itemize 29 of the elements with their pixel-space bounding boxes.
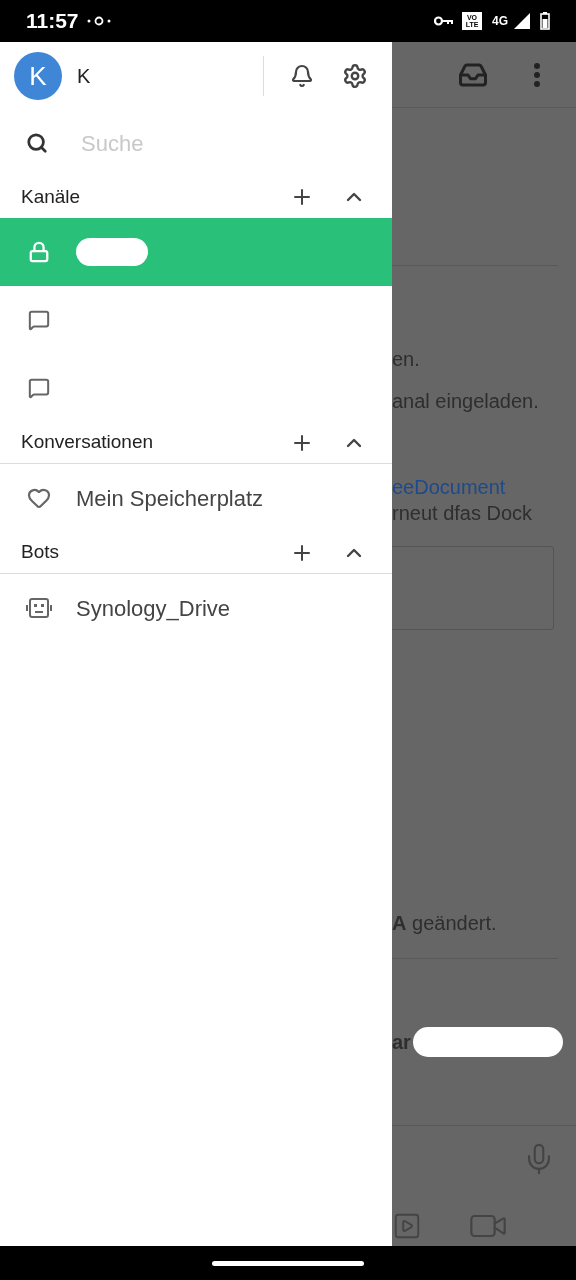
home-indicator[interactable] [212, 1260, 364, 1266]
chat-message-text: ar [392, 1030, 411, 1055]
lock-icon [28, 241, 50, 263]
play-icon [392, 1211, 422, 1241]
chat-message-text: en. [392, 347, 420, 373]
status-time: 11:57 [26, 8, 79, 35]
status-dot-icon [86, 16, 111, 26]
heart-icon [27, 486, 51, 510]
user-avatar[interactable]: K [14, 52, 62, 100]
chat-bubble-icon [28, 309, 50, 331]
chat-message-text: rneut dfas Dock [392, 501, 533, 527]
notification-bell-icon[interactable] [290, 64, 314, 88]
search-icon [26, 132, 48, 154]
key-icon [434, 16, 454, 26]
channel-name: Mein Speicherplatz [76, 484, 264, 513]
network-type: 4G [492, 15, 508, 27]
user-name: K [77, 64, 91, 89]
section-title: Konversationen [21, 430, 155, 455]
chat-message-text: anal eingeladen. [392, 389, 539, 415]
channel-name: Synology_Drive [76, 594, 231, 623]
section-title: Kanäle [21, 184, 82, 209]
chat-bubble-icon [28, 377, 50, 399]
settings-icon[interactable] [342, 63, 368, 89]
battery-icon [540, 12, 550, 30]
robot-icon [26, 597, 52, 619]
section-title: Bots [21, 540, 61, 565]
chat-message-text: A geändert. [392, 911, 497, 936]
more-icon [534, 62, 540, 87]
signal-icon [514, 13, 530, 29]
